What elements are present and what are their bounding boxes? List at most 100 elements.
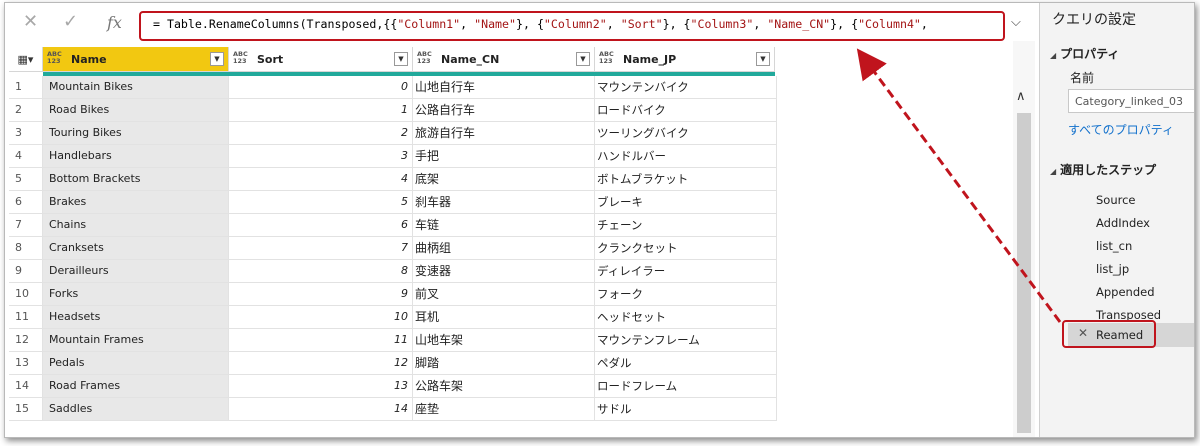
cell-sort[interactable]: 2: [229, 122, 413, 145]
cell-sort[interactable]: 13: [229, 375, 413, 398]
table-row[interactable]: 15 Saddles 14 座垫 サドル: [9, 398, 777, 421]
cell-sort[interactable]: 11: [229, 329, 413, 352]
cell-sort[interactable]: 12: [229, 352, 413, 375]
column-header[interactable]: ABC 123 Name_CN ▼: [413, 47, 595, 72]
type-abc123-icon[interactable]: ABC 123: [47, 51, 62, 65]
collapse-triangle-icon[interactable]: ◢: [1050, 167, 1056, 176]
type-abc123-icon[interactable]: ABC 123: [599, 51, 614, 65]
cell-name[interactable]: Cranksets: [43, 237, 229, 260]
filter-dropdown-icon[interactable]: ▼: [576, 52, 590, 66]
table-row[interactable]: 7 Chains 6 车链 チェーン: [9, 214, 777, 237]
cell-sort[interactable]: 1: [229, 99, 413, 122]
filter-dropdown-icon[interactable]: ▼: [210, 52, 224, 66]
table-row[interactable]: 2 Road Bikes 1 公路自行车 ロードバイク: [9, 99, 777, 122]
cell-name-jp[interactable]: チェーン: [595, 214, 777, 237]
type-abc123-icon[interactable]: ABC 123: [233, 51, 248, 65]
table-row[interactable]: 5 Bottom Brackets 4 底架 ボトムブラケット: [9, 168, 777, 191]
chevron-down-icon[interactable]: ⌵: [1011, 15, 1021, 30]
vertical-scrollbar[interactable]: ∧: [1013, 41, 1035, 437]
all-properties-link[interactable]: すべてのプロパティ: [1068, 121, 1174, 138]
cell-name-cn[interactable]: 耳机: [413, 306, 595, 329]
cell-name-jp[interactable]: フォーク: [595, 283, 777, 306]
table-row[interactable]: 6 Brakes 5 刹车器 ブレーキ: [9, 191, 777, 214]
cell-name[interactable]: Pedals: [43, 352, 229, 375]
column-header[interactable]: ABC 123 Name ▼: [43, 47, 229, 72]
formula-input[interactable]: = Table.RenameColumns(Transposed,{{"Colu…: [139, 11, 1005, 41]
cell-sort[interactable]: 5: [229, 191, 413, 214]
type-abc123-icon[interactable]: ABC 123: [417, 51, 432, 65]
cell-name-cn[interactable]: 刹车器: [413, 191, 595, 214]
cell-name-cn[interactable]: 山地自行车: [413, 76, 595, 99]
applied-step[interactable]: AddIndex: [1096, 216, 1150, 230]
cell-name-jp[interactable]: マウンテンバイク: [595, 76, 777, 99]
cell-name-jp[interactable]: ボトムブラケット: [595, 168, 777, 191]
table-menu-icon[interactable]: ▦▾: [9, 47, 43, 72]
cell-name-jp[interactable]: ロードバイク: [595, 99, 777, 122]
table-row[interactable]: 12 Mountain Frames 11 山地车架 マウンテンフレーム: [9, 329, 777, 352]
cell-name[interactable]: Headsets: [43, 306, 229, 329]
table-row[interactable]: 11 Headsets 10 耳机 ヘッドセット: [9, 306, 777, 329]
cell-sort[interactable]: 8: [229, 260, 413, 283]
cell-name[interactable]: Bottom Brackets: [43, 168, 229, 191]
cell-name-jp[interactable]: サドル: [595, 398, 777, 421]
cell-name-cn[interactable]: 底架: [413, 168, 595, 191]
query-name-input[interactable]: Category_linked_03: [1068, 89, 1194, 113]
cell-name-cn[interactable]: 脚踏: [413, 352, 595, 375]
cell-sort[interactable]: 0: [229, 76, 413, 99]
cell-name-jp[interactable]: ツーリングバイク: [595, 122, 777, 145]
cell-name-cn[interactable]: 山地车架: [413, 329, 595, 352]
cell-name-jp[interactable]: ディレイラー: [595, 260, 777, 283]
table-row[interactable]: 13 Pedals 12 脚踏 ペダル: [9, 352, 777, 375]
fx-icon[interactable]: fx: [107, 13, 122, 32]
cell-name[interactable]: Handlebars: [43, 145, 229, 168]
cell-name[interactable]: Road Bikes: [43, 99, 229, 122]
cell-name[interactable]: Road Frames: [43, 375, 229, 398]
cell-name-cn[interactable]: 旅游自行车: [413, 122, 595, 145]
filter-dropdown-icon[interactable]: ▼: [756, 52, 770, 66]
table-row[interactable]: 1 Mountain Bikes 0 山地自行车 マウンテンバイク: [9, 76, 777, 99]
properties-section[interactable]: ◢ プロパティ: [1050, 45, 1119, 62]
cell-sort[interactable]: 3: [229, 145, 413, 168]
table-row[interactable]: 4 Handlebars 3 手把 ハンドルバー: [9, 145, 777, 168]
check-icon[interactable]: ✓: [63, 11, 78, 32]
column-header[interactable]: ABC 123 Sort ▼: [229, 47, 413, 72]
cell-name[interactable]: Mountain Frames: [43, 329, 229, 352]
cell-name[interactable]: Brakes: [43, 191, 229, 214]
cell-name[interactable]: Touring Bikes: [43, 122, 229, 145]
cell-name[interactable]: Saddles: [43, 398, 229, 421]
cell-name[interactable]: Chains: [43, 214, 229, 237]
cell-name-cn[interactable]: 座垫: [413, 398, 595, 421]
table-row[interactable]: 10 Forks 9 前叉 フォーク: [9, 283, 777, 306]
table-row[interactable]: 14 Road Frames 13 公路车架 ロードフレーム: [9, 375, 777, 398]
cell-name[interactable]: Forks: [43, 283, 229, 306]
cell-name[interactable]: Mountain Bikes: [43, 76, 229, 99]
cell-name-jp[interactable]: ペダル: [595, 352, 777, 375]
cell-name-cn[interactable]: 前叉: [413, 283, 595, 306]
cell-name-jp[interactable]: ヘッドセット: [595, 306, 777, 329]
cell-sort[interactable]: 10: [229, 306, 413, 329]
column-header[interactable]: ABC 123 Name_JP ▼: [595, 47, 775, 72]
cell-sort[interactable]: 4: [229, 168, 413, 191]
scroll-up-icon[interactable]: ∧: [1016, 89, 1026, 104]
cell-sort[interactable]: 9: [229, 283, 413, 306]
cell-name[interactable]: Derailleurs: [43, 260, 229, 283]
cell-name-jp[interactable]: クランクセット: [595, 237, 777, 260]
scroll-thumb[interactable]: [1017, 113, 1031, 433]
applied-step[interactable]: list_cn: [1096, 239, 1132, 253]
collapse-triangle-icon[interactable]: ◢: [1050, 51, 1056, 60]
cell-sort[interactable]: 6: [229, 214, 413, 237]
cell-name-cn[interactable]: 手把: [413, 145, 595, 168]
cell-name-cn[interactable]: 变速器: [413, 260, 595, 283]
table-row[interactable]: 8 Cranksets 7 曲柄组 クランクセット: [9, 237, 777, 260]
applied-step[interactable]: Appended: [1096, 285, 1155, 299]
table-row[interactable]: 3 Touring Bikes 2 旅游自行车 ツーリングバイク: [9, 122, 777, 145]
cell-name-cn[interactable]: 车链: [413, 214, 595, 237]
cell-name-jp[interactable]: マウンテンフレーム: [595, 329, 777, 352]
filter-dropdown-icon[interactable]: ▼: [394, 52, 408, 66]
cell-name-cn[interactable]: 曲柄组: [413, 237, 595, 260]
table-row[interactable]: 9 Derailleurs 8 变速器 ディレイラー: [9, 260, 777, 283]
cell-name-jp[interactable]: ハンドルバー: [595, 145, 777, 168]
cell-sort[interactable]: 14: [229, 398, 413, 421]
cancel-icon[interactable]: ✕: [23, 11, 38, 32]
cell-name-jp[interactable]: ブレーキ: [595, 191, 777, 214]
